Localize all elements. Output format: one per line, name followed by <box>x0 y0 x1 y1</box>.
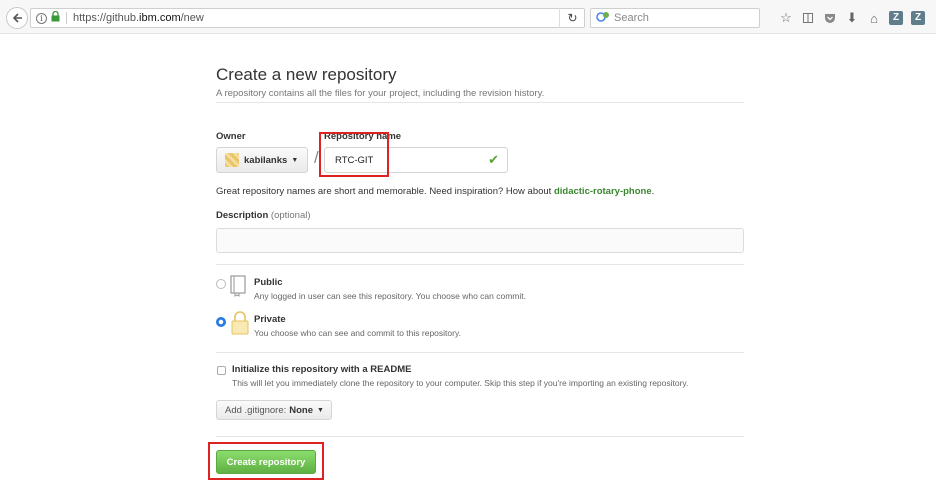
extension-z-icon[interactable]: Z <box>911 11 925 25</box>
divider <box>216 264 744 265</box>
url-text: https://github.ibm.com/new <box>73 12 204 24</box>
public-description: Any logged in user can see this reposito… <box>254 291 526 301</box>
gitignore-select[interactable]: Add .gitignore: None ▼ <box>216 400 332 420</box>
page-title: Create a new repository <box>216 65 397 84</box>
back-button[interactable] <box>6 7 28 29</box>
bookmark-star-icon[interactable]: ☆ <box>775 10 797 26</box>
owner-label: Owner <box>216 131 246 142</box>
avatar <box>225 153 239 167</box>
private-radio[interactable] <box>216 317 226 327</box>
home-icon[interactable]: ⌂ <box>863 11 885 26</box>
private-description: You choose who can see and commit to thi… <box>254 328 461 338</box>
arrow-left-icon <box>12 13 22 23</box>
info-icon[interactable]: i <box>36 12 47 24</box>
public-radio[interactable] <box>216 279 226 289</box>
description-label: Description (optional) <box>216 210 311 221</box>
name-suggestion-link[interactable]: didactic-rotary-phone <box>554 186 652 197</box>
public-title: Public <box>254 277 283 288</box>
lock-icon[interactable] <box>51 10 60 25</box>
page-subtitle: A repository contains all the files for … <box>216 88 545 99</box>
extension-z-icon[interactable]: Z <box>889 11 903 25</box>
divider <box>216 436 744 437</box>
search-placeholder: Search <box>614 12 649 24</box>
search-bar[interactable]: Search <box>590 8 760 28</box>
caret-down-icon: ▼ <box>291 156 299 164</box>
search-engine-icon[interactable] <box>596 11 610 26</box>
browser-toolbar: i https://github.ibm.com/new ↻ Search ☆ … <box>0 0 936 34</box>
divider <box>216 102 744 103</box>
divider <box>216 352 744 353</box>
check-icon: ✔ <box>488 152 499 167</box>
lock-icon <box>231 311 249 335</box>
description-input[interactable] <box>216 228 744 253</box>
readme-checkbox[interactable] <box>217 366 226 375</box>
reload-button[interactable]: ↻ <box>559 8 585 28</box>
readme-title: Initialize this repository with a README <box>232 364 412 375</box>
repo-book-icon <box>230 275 246 297</box>
highlight-box-repo-name <box>319 132 389 177</box>
gitignore-value: None <box>289 404 314 416</box>
reading-list-icon[interactable] <box>797 12 819 24</box>
highlight-box-create-button <box>208 442 324 480</box>
new-repo-form: Create a new repository A repository con… <box>208 50 744 480</box>
address-bar[interactable]: i https://github.ibm.com/new <box>30 8 585 28</box>
reload-icon: ↻ <box>567 11 578 25</box>
owner-select[interactable]: kabilanks ▼ <box>216 147 308 173</box>
toolbar-icons: ☆ ⬇ ⌂ Z Z <box>775 9 929 27</box>
private-title: Private <box>254 314 286 325</box>
readme-description: This will let you immediately clone the … <box>232 378 689 388</box>
download-icon[interactable]: ⬇ <box>841 10 863 26</box>
pocket-icon[interactable] <box>819 13 841 24</box>
caret-down-icon: ▼ <box>317 406 324 414</box>
name-hint: Great repository names are short and mem… <box>216 186 655 197</box>
owner-value: kabilanks <box>244 154 288 166</box>
